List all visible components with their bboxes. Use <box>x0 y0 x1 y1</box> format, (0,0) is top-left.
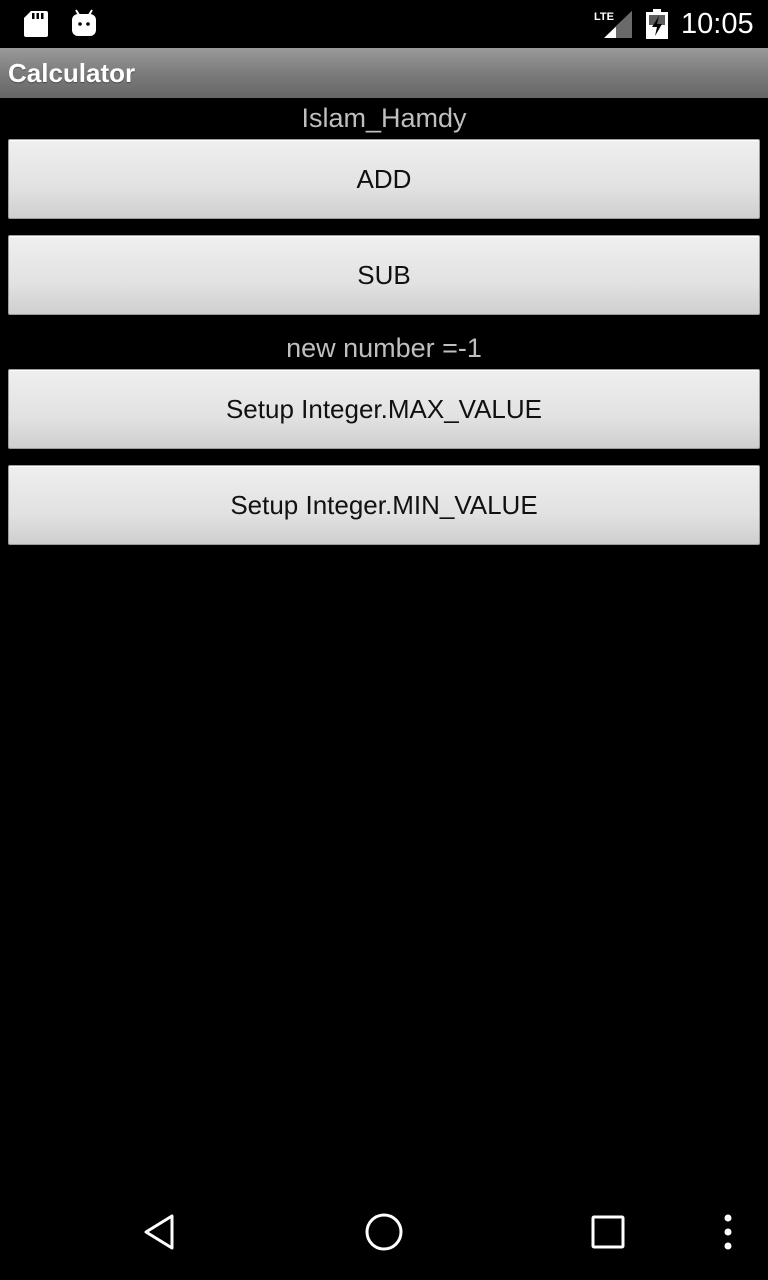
action-bar: Calculator <box>0 48 768 98</box>
result-label: new number =-1 <box>286 333 482 363</box>
android-icon <box>72 9 96 36</box>
name-label: Islam_Hamdy <box>301 103 467 133</box>
app-title: Calculator <box>8 58 136 88</box>
recents-button[interactable] <box>580 1204 636 1260</box>
setup-max-value-button[interactable]: Setup Integer.MAX_VALUE <box>8 369 760 449</box>
back-button[interactable] <box>132 1204 188 1260</box>
status-bar: LTE 10:05 <box>0 0 768 48</box>
setup-min-value-button[interactable]: Setup Integer.MIN_VALUE <box>8 465 760 545</box>
add-button[interactable]: ADD <box>8 139 760 219</box>
add-button-label: ADD <box>356 163 412 194</box>
back-icon <box>144 1214 174 1250</box>
sub-button[interactable]: SUB <box>8 235 760 315</box>
home-button[interactable] <box>356 1204 412 1260</box>
sub-button-label: SUB <box>357 259 411 290</box>
recents-icon <box>591 1215 625 1249</box>
overflow-menu-icon <box>724 1214 732 1250</box>
setup-min-value-label: Setup Integer.MIN_VALUE <box>230 489 538 520</box>
svg-text:LTE: LTE <box>594 11 614 23</box>
status-clock: 10:05 <box>681 8 754 40</box>
battery-charging-icon <box>646 9 668 39</box>
overflow-menu-button[interactable] <box>700 1204 756 1260</box>
home-icon <box>365 1213 403 1251</box>
lte-signal-icon: LTE <box>594 11 632 38</box>
navigation-bar <box>0 1184 768 1280</box>
sd-card-icon <box>24 11 48 37</box>
app-screen: LTE 10:05 Calculator Islam_Hamdy ADD SUB… <box>0 0 768 1280</box>
setup-max-value-label: Setup Integer.MAX_VALUE <box>225 393 543 424</box>
